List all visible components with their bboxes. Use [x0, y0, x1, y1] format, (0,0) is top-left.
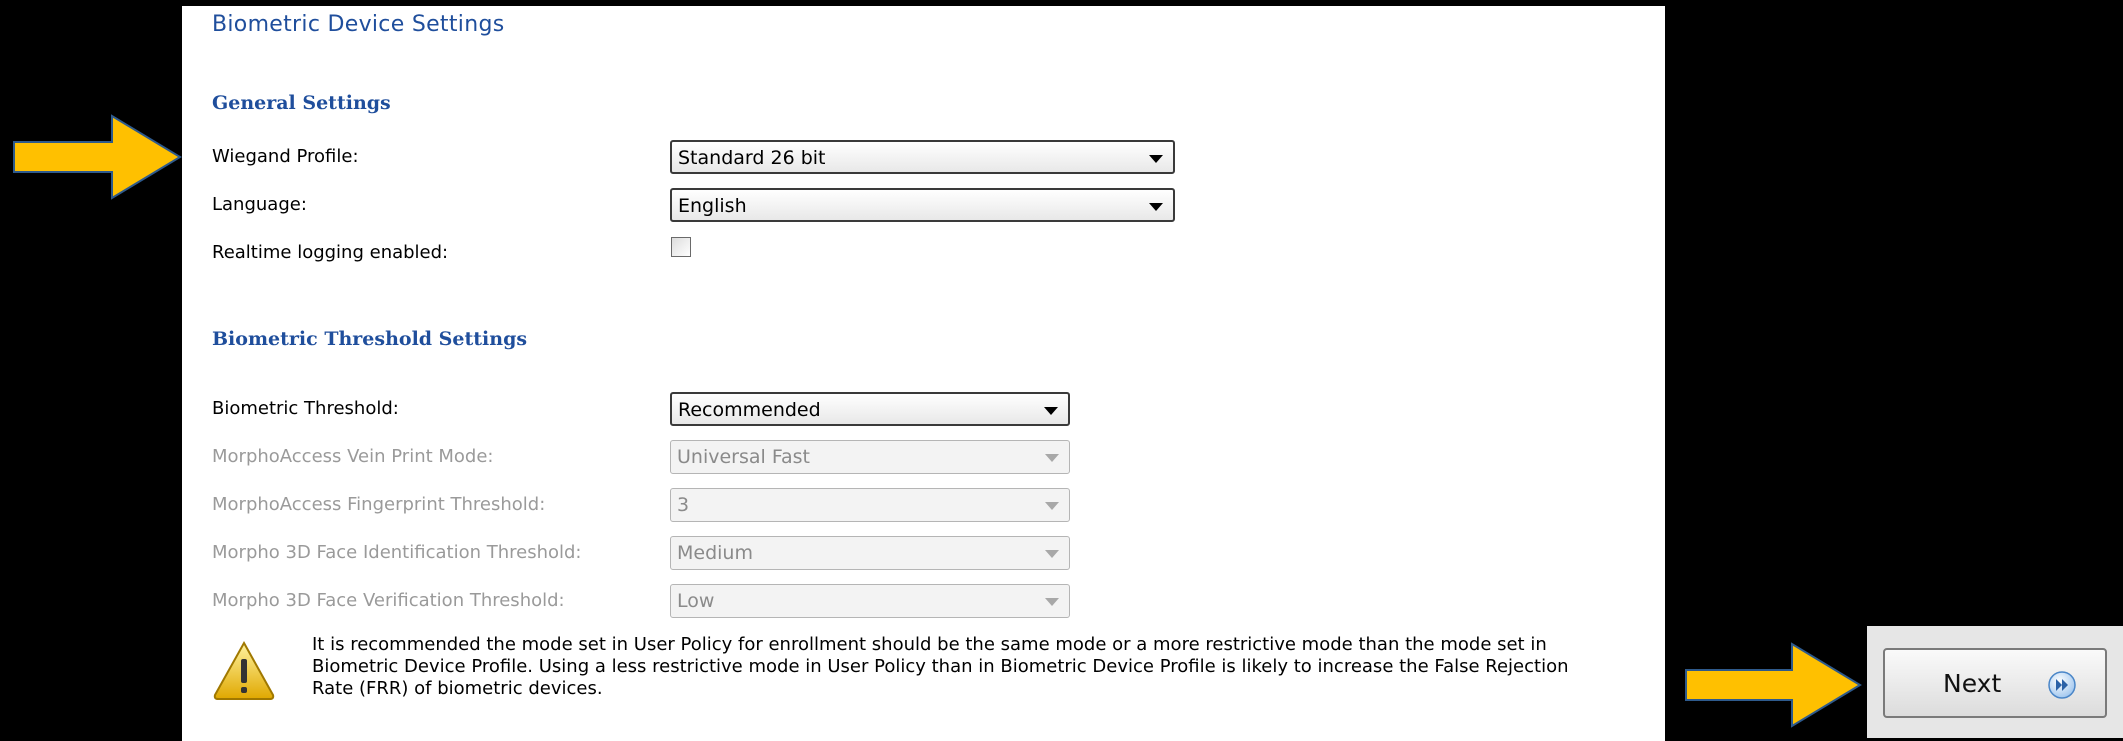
general-settings-heading: General Settings: [212, 92, 391, 114]
annotation-arrow-left: [13, 114, 182, 200]
fingerprint-threshold-value: 3: [677, 494, 690, 516]
annotation-arrow-right: [1685, 642, 1862, 728]
footer-button-area: Next: [1867, 626, 2123, 738]
wiegand-profile-select[interactable]: Standard 26 bit: [670, 140, 1175, 174]
page-title: Biometric Device Settings: [212, 12, 505, 37]
language-label: Language:: [212, 194, 307, 215]
chevron-down-icon: [1045, 502, 1059, 510]
face-verification-threshold-value: Low: [677, 590, 715, 612]
face-identification-threshold-label: Morpho 3D Face Identification Threshold:: [212, 542, 582, 563]
face-verification-threshold-label: Morpho 3D Face Verification Threshold:: [212, 590, 565, 611]
face-identification-threshold-value: Medium: [677, 542, 753, 564]
realtime-logging-label: Realtime logging enabled:: [212, 242, 449, 263]
biometric-threshold-value: Recommended: [678, 399, 821, 421]
chevron-down-icon: [1149, 203, 1163, 211]
chevron-down-icon: [1044, 407, 1058, 415]
vein-print-mode-value: Universal Fast: [677, 446, 811, 468]
wiegand-profile-label: Wiegand Profile:: [212, 146, 359, 167]
next-button-label: Next: [1943, 669, 2002, 698]
biometric-threshold-label: Biometric Threshold:: [212, 398, 399, 419]
enrollment-mode-warning-text: It is recommended the mode set in User P…: [312, 634, 1569, 699]
vein-print-mode-select: Universal Fast: [670, 440, 1070, 474]
wiegand-profile-value: Standard 26 bit: [678, 147, 826, 169]
chevron-down-icon: [1149, 155, 1163, 163]
vein-print-mode-label: MorphoAccess Vein Print Mode:: [212, 446, 494, 467]
realtime-logging-checkbox[interactable]: [671, 237, 691, 257]
face-identification-threshold-select: Medium: [670, 536, 1070, 570]
face-verification-threshold-select: Low: [670, 584, 1070, 618]
chevron-down-icon: [1045, 598, 1059, 606]
fingerprint-threshold-label: MorphoAccess Fingerprint Threshold:: [212, 494, 546, 515]
biometric-threshold-heading: Biometric Threshold Settings: [212, 328, 528, 350]
language-value: English: [678, 195, 747, 217]
warning-triangle-icon: [213, 640, 275, 700]
chevron-down-icon: [1045, 454, 1059, 462]
fast-forward-icon: [2048, 671, 2076, 699]
language-select[interactable]: English: [670, 188, 1175, 222]
next-button[interactable]: Next: [1883, 648, 2107, 718]
fingerprint-threshold-select: 3: [670, 488, 1070, 522]
settings-panel: Biometric Device Settings General Settin…: [182, 6, 1665, 741]
chevron-down-icon: [1045, 550, 1059, 558]
biometric-threshold-select[interactable]: Recommended: [670, 392, 1070, 426]
